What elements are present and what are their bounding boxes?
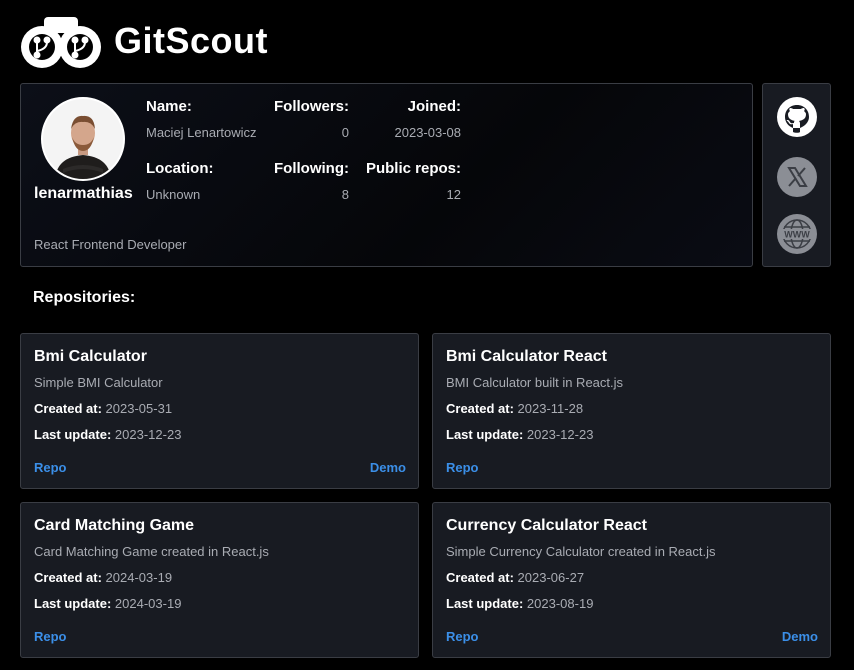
repo-name: Currency Calculator React xyxy=(446,517,647,534)
repo-created: Created at: 2023-06-27 xyxy=(446,570,584,585)
created-value: 2023-11-28 xyxy=(517,401,584,416)
repo-updated: Last update: 2023-12-23 xyxy=(446,427,593,442)
repo-updated: Last update: 2024-03-19 xyxy=(34,596,181,611)
location-label: Location: xyxy=(146,160,214,177)
updated-value: 2024-03-19 xyxy=(114,596,182,611)
repo-card: Currency Calculator React Simple Currenc… xyxy=(432,502,831,658)
user-bio: React Frontend Developer xyxy=(34,237,187,252)
public-repos-label: Public repos: xyxy=(365,160,461,177)
app-title: GitScout xyxy=(114,20,268,61)
repo-description: Simple Currency Calculator created in Re… xyxy=(446,544,716,559)
demo-link[interactable]: Demo xyxy=(782,629,818,644)
x-icon[interactable] xyxy=(776,156,818,198)
updated-value: 2023-12-23 xyxy=(114,427,182,442)
repo-link[interactable]: Repo xyxy=(34,629,67,644)
location-value: Unknown xyxy=(146,187,201,202)
demo-link[interactable]: Demo xyxy=(370,460,406,475)
created-label: Created at: xyxy=(446,401,514,416)
updated-value: 2023-12-23 xyxy=(526,427,594,442)
updated-label: Last update: xyxy=(34,596,112,611)
repo-link[interactable]: Repo xyxy=(34,460,67,475)
username: lenarmathias xyxy=(34,185,133,202)
repo-created: Created at: 2024-03-19 xyxy=(34,570,172,585)
name-label: Name: xyxy=(146,98,192,115)
repo-link[interactable]: Repo xyxy=(446,629,479,644)
www-icon[interactable]: WWW xyxy=(776,213,818,255)
binoculars-logo-icon xyxy=(21,17,101,68)
github-icon[interactable] xyxy=(776,96,818,138)
created-value: 2024-03-19 xyxy=(105,570,173,585)
svg-text:WWW: WWW xyxy=(784,230,810,240)
joined-label: Joined: xyxy=(407,98,461,115)
repo-created: Created at: 2023-05-31 xyxy=(34,401,172,416)
repo-card: Card Matching Game Card Matching Game cr… xyxy=(20,502,419,658)
repositories-heading: Repositories: xyxy=(33,289,136,306)
created-label: Created at: xyxy=(446,570,514,585)
repo-name: Card Matching Game xyxy=(34,517,195,534)
repo-card: Bmi Calculator Simple BMI Calculator Cre… xyxy=(20,333,419,489)
following-label: Following: xyxy=(274,160,349,177)
social-links: WWW xyxy=(762,83,831,267)
created-value: 2023-06-27 xyxy=(517,570,585,585)
repo-description: Card Matching Game created in React.js xyxy=(34,544,269,559)
created-value: 2023-05-31 xyxy=(105,401,173,416)
repo-updated: Last update: 2023-12-23 xyxy=(34,427,181,442)
repo-name: Bmi Calculator xyxy=(34,348,147,365)
repo-description: BMI Calculator built in React.js xyxy=(446,375,624,390)
repo-name: Bmi Calculator React xyxy=(446,348,607,365)
repo-link[interactable]: Repo xyxy=(446,460,479,475)
repo-card: Bmi Calculator React BMI Calculator buil… xyxy=(432,333,831,489)
updated-label: Last update: xyxy=(446,427,524,442)
followers-value: 0 xyxy=(341,125,349,140)
repo-description: Simple BMI Calculator xyxy=(34,375,163,390)
repo-updated: Last update: 2023-08-19 xyxy=(446,596,593,611)
created-label: Created at: xyxy=(34,401,102,416)
updated-label: Last update: xyxy=(34,427,112,442)
updated-label: Last update: xyxy=(446,596,524,611)
public-repos-value: 12 xyxy=(446,187,461,202)
repo-created: Created at: 2023-11-28 xyxy=(446,401,583,416)
following-value: 8 xyxy=(341,187,349,202)
created-label: Created at: xyxy=(34,570,102,585)
header: GitScout xyxy=(20,12,268,70)
user-avatar-image xyxy=(43,99,123,179)
name-value: Maciej Lenartowicz xyxy=(146,125,257,140)
followers-label: Followers: xyxy=(274,98,350,115)
joined-value: 2023-03-08 xyxy=(394,125,462,140)
profile-card: lenarmathias Name: Maciej Lenartowicz Fo… xyxy=(20,83,753,267)
updated-value: 2023-08-19 xyxy=(526,596,594,611)
avatar xyxy=(41,97,125,181)
